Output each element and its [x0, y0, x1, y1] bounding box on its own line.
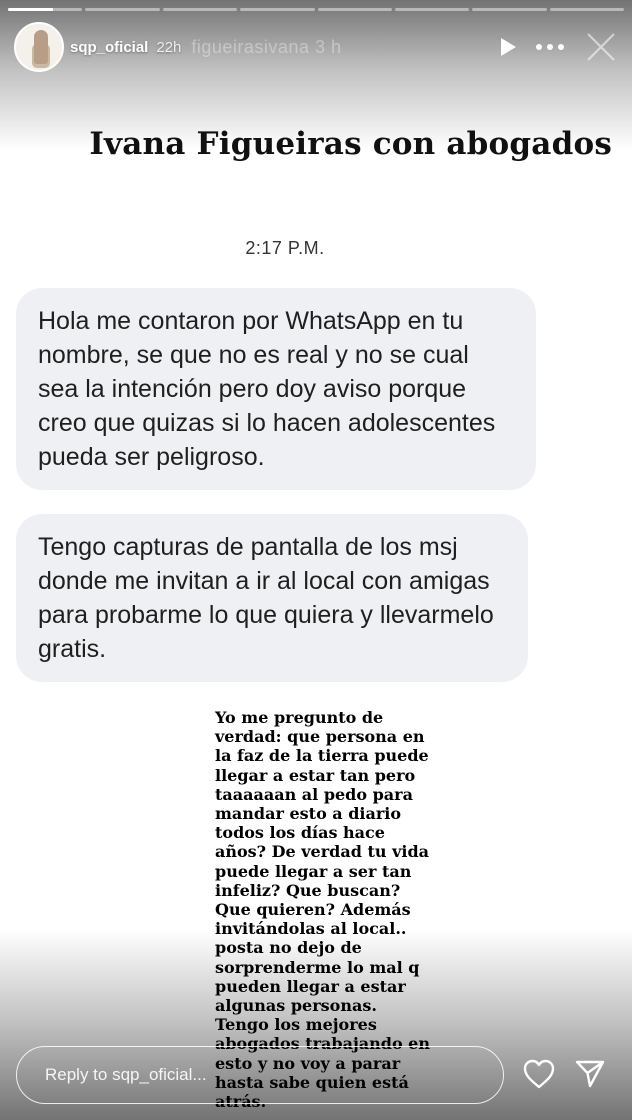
close-icon[interactable] [584, 30, 618, 64]
message-timestamp: 2:17 P.M. [245, 238, 325, 258]
play-icon[interactable] [498, 36, 518, 58]
progress-segment [472, 8, 547, 11]
avatar-figure-head [34, 30, 48, 64]
message-bubble: Hola me contaron por WhatsApp en tu nomb… [16, 288, 536, 490]
progress-segment [317, 8, 392, 11]
more-icon[interactable] [536, 43, 564, 51]
story-progress [8, 8, 624, 11]
progress-segment [240, 8, 315, 11]
send-icon[interactable] [574, 1058, 606, 1090]
progress-segment [85, 8, 160, 11]
reply-input[interactable]: Reply to sqp_oficial... [16, 1046, 504, 1104]
progress-segment [8, 8, 83, 11]
reply-placeholder: Reply to sqp_oficial... [45, 1065, 207, 1084]
time-ago: 22h [156, 38, 182, 56]
avatar[interactable] [14, 22, 64, 72]
progress-segment [549, 8, 624, 11]
progress-fill [8, 8, 53, 11]
story-header: sqp_oficial 22h figueirasivana 3 h [14, 22, 618, 72]
post-title: Ivana Figueiras con abogados [89, 126, 612, 162]
header-actions [498, 30, 618, 64]
ghost-header-text: figueirasivana 3 h [191, 36, 342, 57]
progress-segment [162, 8, 238, 11]
username[interactable]: sqp_oficial [70, 39, 148, 56]
message-bubble: Tengo capturas de pantalla de los msj do… [16, 514, 528, 682]
story-viewer[interactable]: sqp_oficial 22h figueirasivana 3 h Ivana… [0, 0, 632, 1120]
progress-segment [394, 8, 470, 11]
heart-icon[interactable] [522, 1058, 556, 1090]
